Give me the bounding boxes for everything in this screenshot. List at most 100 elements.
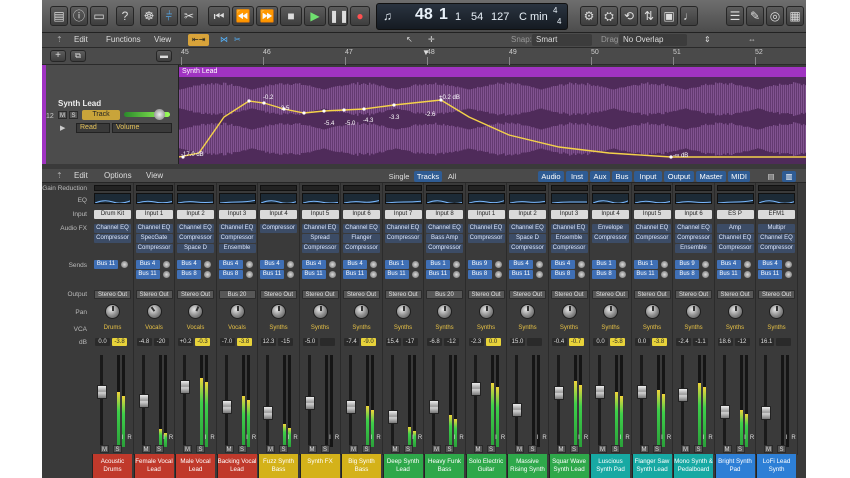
play-icon[interactable]: ▶: [304, 6, 326, 26]
channel-name[interactable]: LoFi Lead Synth: [756, 454, 796, 478]
solo-button[interactable]: S: [196, 445, 205, 453]
drag-select[interactable]: No Overlap: [619, 34, 687, 46]
send-slot[interactable]: Bus 11: [301, 270, 326, 279]
send-level-knob[interactable]: [411, 261, 419, 268]
output-slot[interactable]: Bus 20: [218, 290, 256, 299]
notepad-icon[interactable]: ✎: [746, 6, 764, 26]
solo-button[interactable]: S: [694, 445, 703, 453]
volume-readout[interactable]: -2.3: [468, 338, 484, 346]
filter-inst[interactable]: Inst: [566, 171, 588, 182]
audio-fx-slot[interactable]: Compressor: [426, 244, 463, 253]
mute-button[interactable]: M: [307, 445, 317, 453]
send-level-knob[interactable]: [536, 271, 543, 278]
snap-select[interactable]: Smart: [532, 34, 592, 46]
group-label[interactable]: Synths: [509, 324, 546, 333]
solo-button[interactable]: S: [528, 445, 537, 453]
send-slot[interactable]: Bus 11: [260, 270, 284, 279]
send-slot[interactable]: Bus 1: [384, 260, 409, 269]
output-slot[interactable]: Stereo Out: [550, 290, 588, 299]
solo-button[interactable]: S: [113, 445, 122, 453]
send-level-knob[interactable]: [162, 261, 170, 268]
solo-button[interactable]: S: [569, 445, 579, 453]
output-slot[interactable]: Stereo Out: [135, 290, 173, 299]
group-label[interactable]: Synths: [302, 324, 339, 333]
go-to-beginning-icon[interactable]: ⏮: [208, 6, 230, 26]
mute-button[interactable]: M: [639, 445, 649, 453]
input-slot[interactable]: Drum Kit: [94, 210, 131, 219]
send-slot[interactable]: Bus 9: [675, 260, 699, 269]
eq-thumbnail[interactable]: [135, 193, 173, 204]
input-slot[interactable]: EFM1: [758, 210, 795, 219]
output-slot[interactable]: Stereo Out: [509, 290, 546, 299]
output-slot[interactable]: Stereo Out: [94, 290, 131, 299]
output-slot[interactable]: Stereo Out: [343, 290, 380, 299]
send-level-knob[interactable]: [287, 261, 294, 268]
audio-fx-slot[interactable]: Channel EQ: [218, 224, 256, 233]
send-slot[interactable]: Bus 11: [426, 270, 450, 279]
volume-fader[interactable]: [761, 406, 771, 420]
volume-fader[interactable]: [429, 400, 439, 414]
volume-readout[interactable]: -2.4: [676, 338, 691, 346]
library-icon[interactable]: ▤: [50, 6, 68, 26]
mixer-menu-options[interactable]: Options: [100, 169, 136, 183]
zoom-horizontal-icon[interactable]: ⇔: [744, 33, 760, 47]
automation-point[interactable]: [262, 101, 266, 105]
mute-button[interactable]: M: [598, 445, 607, 453]
browser-icon[interactable]: ▦: [786, 6, 804, 26]
volume-fader[interactable]: [678, 388, 688, 402]
eq-thumbnail[interactable]: [384, 193, 422, 204]
mode-tracks[interactable]: Tracks: [414, 171, 442, 182]
send-slot[interactable]: Bus 4: [218, 260, 243, 269]
audio-fx-slot[interactable]: Compressor: [675, 234, 712, 243]
output-slot[interactable]: Stereo Out: [467, 290, 505, 299]
mute-button[interactable]: M: [681, 445, 690, 453]
automation-mode-select[interactable]: Read: [76, 123, 110, 133]
smart-controls-icon[interactable]: ☸: [140, 6, 158, 26]
pan-knob[interactable]: [395, 304, 411, 319]
group-label[interactable]: Synths: [758, 324, 795, 333]
input-slot[interactable]: Input 2: [509, 210, 546, 219]
mode-single[interactable]: Single: [386, 171, 412, 182]
send-level-knob[interactable]: [619, 261, 626, 268]
send-level-knob[interactable]: [204, 271, 211, 278]
lcd-display[interactable]: ♫ 48 1 1 54 127 C min 4 4: [376, 3, 568, 30]
track-header[interactable]: Synth Lead 12 M S Track ▶ Read Volume: [42, 65, 179, 164]
audio-fx-slot[interactable]: Channel EQ: [343, 224, 380, 233]
send-level-knob[interactable]: [536, 261, 543, 268]
fader-track[interactable]: [598, 355, 601, 447]
wide-view-icon[interactable]: ▥: [782, 171, 796, 182]
channel-name[interactable]: Luscious Synth Pad: [590, 454, 630, 478]
send-level-knob[interactable]: [370, 271, 377, 278]
eq-thumbnail[interactable]: [301, 193, 339, 204]
arrange-menu-view[interactable]: View: [150, 33, 175, 47]
send-level-knob[interactable]: [411, 271, 419, 278]
eq-thumbnail[interactable]: [260, 193, 297, 204]
channel-name[interactable]: Acoustic Drums: [92, 454, 132, 478]
send-level-knob[interactable]: [245, 271, 253, 278]
input-slot[interactable]: Input 1: [467, 210, 505, 219]
send-level-knob[interactable]: [743, 271, 751, 278]
audio-fx-slot[interactable]: Channel EQ: [633, 224, 671, 233]
volume-fader[interactable]: [470, 382, 481, 396]
fader-track[interactable]: [183, 355, 186, 447]
volume-readout[interactable]: 0.0: [95, 338, 110, 346]
channel-name[interactable]: Synth FX: [299, 454, 340, 478]
count-in-icon[interactable]: ♩: [680, 6, 698, 26]
eq-thumbnail[interactable]: [343, 193, 380, 204]
send-slot[interactable]: Bus 11: [758, 270, 782, 279]
mute-button[interactable]: M: [58, 111, 67, 119]
fader-track[interactable]: [390, 355, 394, 447]
add-track-button[interactable]: +: [50, 50, 66, 62]
channel-name[interactable]: Male Vocal Lead: [175, 454, 215, 478]
arrange-menu-functions[interactable]: Functions: [102, 33, 145, 47]
automation-point[interactable]: [342, 108, 346, 112]
volume-slider-knob[interactable]: [154, 109, 165, 120]
output-slot[interactable]: Stereo Out: [633, 290, 671, 299]
pan-knob[interactable]: [603, 304, 618, 319]
track-automation-button[interactable]: Track: [82, 110, 120, 120]
audio-fx-slot[interactable]: Compressor: [592, 234, 629, 243]
audio-fx-slot[interactable]: Ensemble: [550, 234, 588, 243]
send-slot[interactable]: Bus 1: [633, 260, 658, 269]
audio-fx-slot[interactable]: Flanger: [343, 234, 380, 243]
input-slot[interactable]: Input 3: [550, 210, 588, 219]
